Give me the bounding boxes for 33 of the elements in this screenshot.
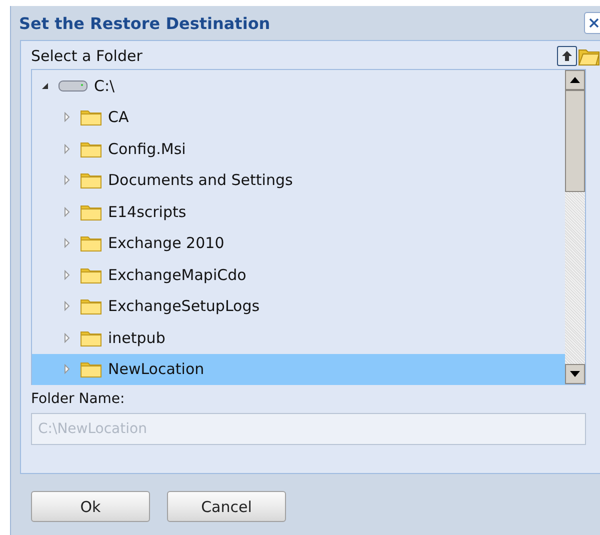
tree-item[interactable]: ExchangeSetupLogs [32,290,565,322]
tree-item[interactable]: C:\ [32,70,565,102]
folder-icon [80,266,102,284]
folder-icon [80,171,102,190]
folder-icon [80,297,102,316]
expander-icon[interactable] [40,80,50,91]
tree-item[interactable]: Exchange 2010 [32,228,565,259]
close-button[interactable] [584,12,600,34]
folder-icon [80,360,102,378]
folder-icon [80,234,102,252]
tree-item[interactable]: inetpub [32,322,565,354]
close-icon [588,17,600,29]
folder-icon [80,140,102,158]
window-title: Set the Restore Destination [19,14,270,32]
folder-icon [80,108,102,126]
drive-icon [58,78,88,93]
up-folder-button[interactable] [557,46,577,66]
ok-button[interactable]: Ok [31,491,150,522]
tree-item[interactable]: E14scripts [32,196,565,228]
tree-item[interactable]: NewLocation [32,354,565,385]
field-label: Folder Name: [31,391,126,407]
folder-icon [80,328,102,347]
scrollbar[interactable] [565,70,585,384]
tree-item[interactable]: Documents and Settings [32,164,565,196]
folder-icon [80,202,102,221]
cancel-button[interactable]: Cancel [167,491,286,522]
tree-item[interactable]: ExchangeMapiCdo [32,259,565,290]
tree-item[interactable]: Config.Msi [32,133,565,164]
tree-item[interactable]: CA [32,102,565,133]
scroll-up-icon[interactable] [570,77,580,83]
panel-label: Select a Folder [31,47,142,65]
up-arrow-icon [561,50,573,62]
scroll-down-icon[interactable] [570,371,580,377]
